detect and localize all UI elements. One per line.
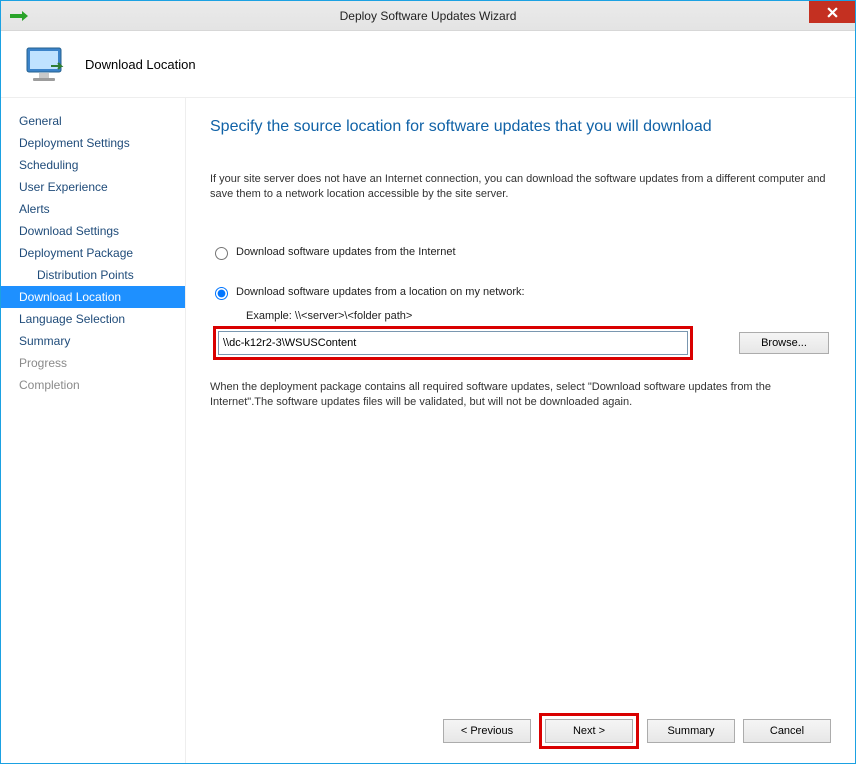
example-label: Example: \\<server>\<folder path> [246, 310, 831, 322]
titlebar: Deploy Software Updates Wizard [1, 1, 855, 31]
wizard-body: General Deployment Settings Scheduling U… [1, 97, 855, 763]
monitor-icon [21, 40, 69, 88]
sidebar-item-general[interactable]: General [1, 110, 185, 132]
radio-network-label: Download software updates from a locatio… [236, 286, 525, 298]
next-button[interactable]: Next > [545, 719, 633, 743]
sidebar: General Deployment Settings Scheduling U… [1, 98, 186, 763]
wizard-footer: < Previous Next > Summary Cancel [210, 701, 831, 749]
sidebar-item-distribution-points[interactable]: Distribution Points [1, 264, 185, 286]
back-arrow-icon[interactable] [7, 4, 31, 28]
path-row: Browse... [210, 326, 831, 360]
intro-text: If your site server does not have an Int… [210, 172, 831, 202]
main-panel: Specify the source location for software… [186, 98, 855, 763]
previous-button[interactable]: < Previous [443, 719, 531, 743]
close-button[interactable] [809, 1, 855, 23]
note-text: When the deployment package contains all… [210, 380, 831, 410]
sidebar-item-download-settings[interactable]: Download Settings [1, 220, 185, 242]
main-heading: Specify the source location for software… [210, 118, 831, 136]
radio-network[interactable]: Download software updates from a locatio… [210, 284, 831, 300]
summary-button[interactable]: Summary [647, 719, 735, 743]
sidebar-item-deployment-settings[interactable]: Deployment Settings [1, 132, 185, 154]
page-title: Download Location [85, 57, 196, 72]
sidebar-item-download-location[interactable]: Download Location [1, 286, 185, 308]
browse-button[interactable]: Browse... [739, 332, 829, 354]
network-path-input[interactable] [218, 331, 688, 355]
radio-internet-label: Download software updates from the Inter… [236, 246, 456, 258]
sidebar-item-completion[interactable]: Completion [1, 374, 185, 396]
sidebar-item-language-selection[interactable]: Language Selection [1, 308, 185, 330]
next-highlight: Next > [539, 713, 639, 749]
radio-internet-input[interactable] [215, 247, 228, 260]
cancel-button[interactable]: Cancel [743, 719, 831, 743]
path-highlight [213, 326, 693, 360]
sidebar-item-progress[interactable]: Progress [1, 352, 185, 374]
sidebar-item-summary[interactable]: Summary [1, 330, 185, 352]
sidebar-item-deployment-package[interactable]: Deployment Package [1, 242, 185, 264]
sidebar-item-scheduling[interactable]: Scheduling [1, 154, 185, 176]
page-header: Download Location [1, 31, 855, 97]
sidebar-item-alerts[interactable]: Alerts [1, 198, 185, 220]
window-title: Deploy Software Updates Wizard [1, 9, 855, 23]
sidebar-item-user-experience[interactable]: User Experience [1, 176, 185, 198]
radio-network-input[interactable] [215, 287, 228, 300]
wizard-window: Deploy Software Updates Wizard Download … [0, 0, 856, 764]
radio-internet[interactable]: Download software updates from the Inter… [210, 244, 831, 260]
